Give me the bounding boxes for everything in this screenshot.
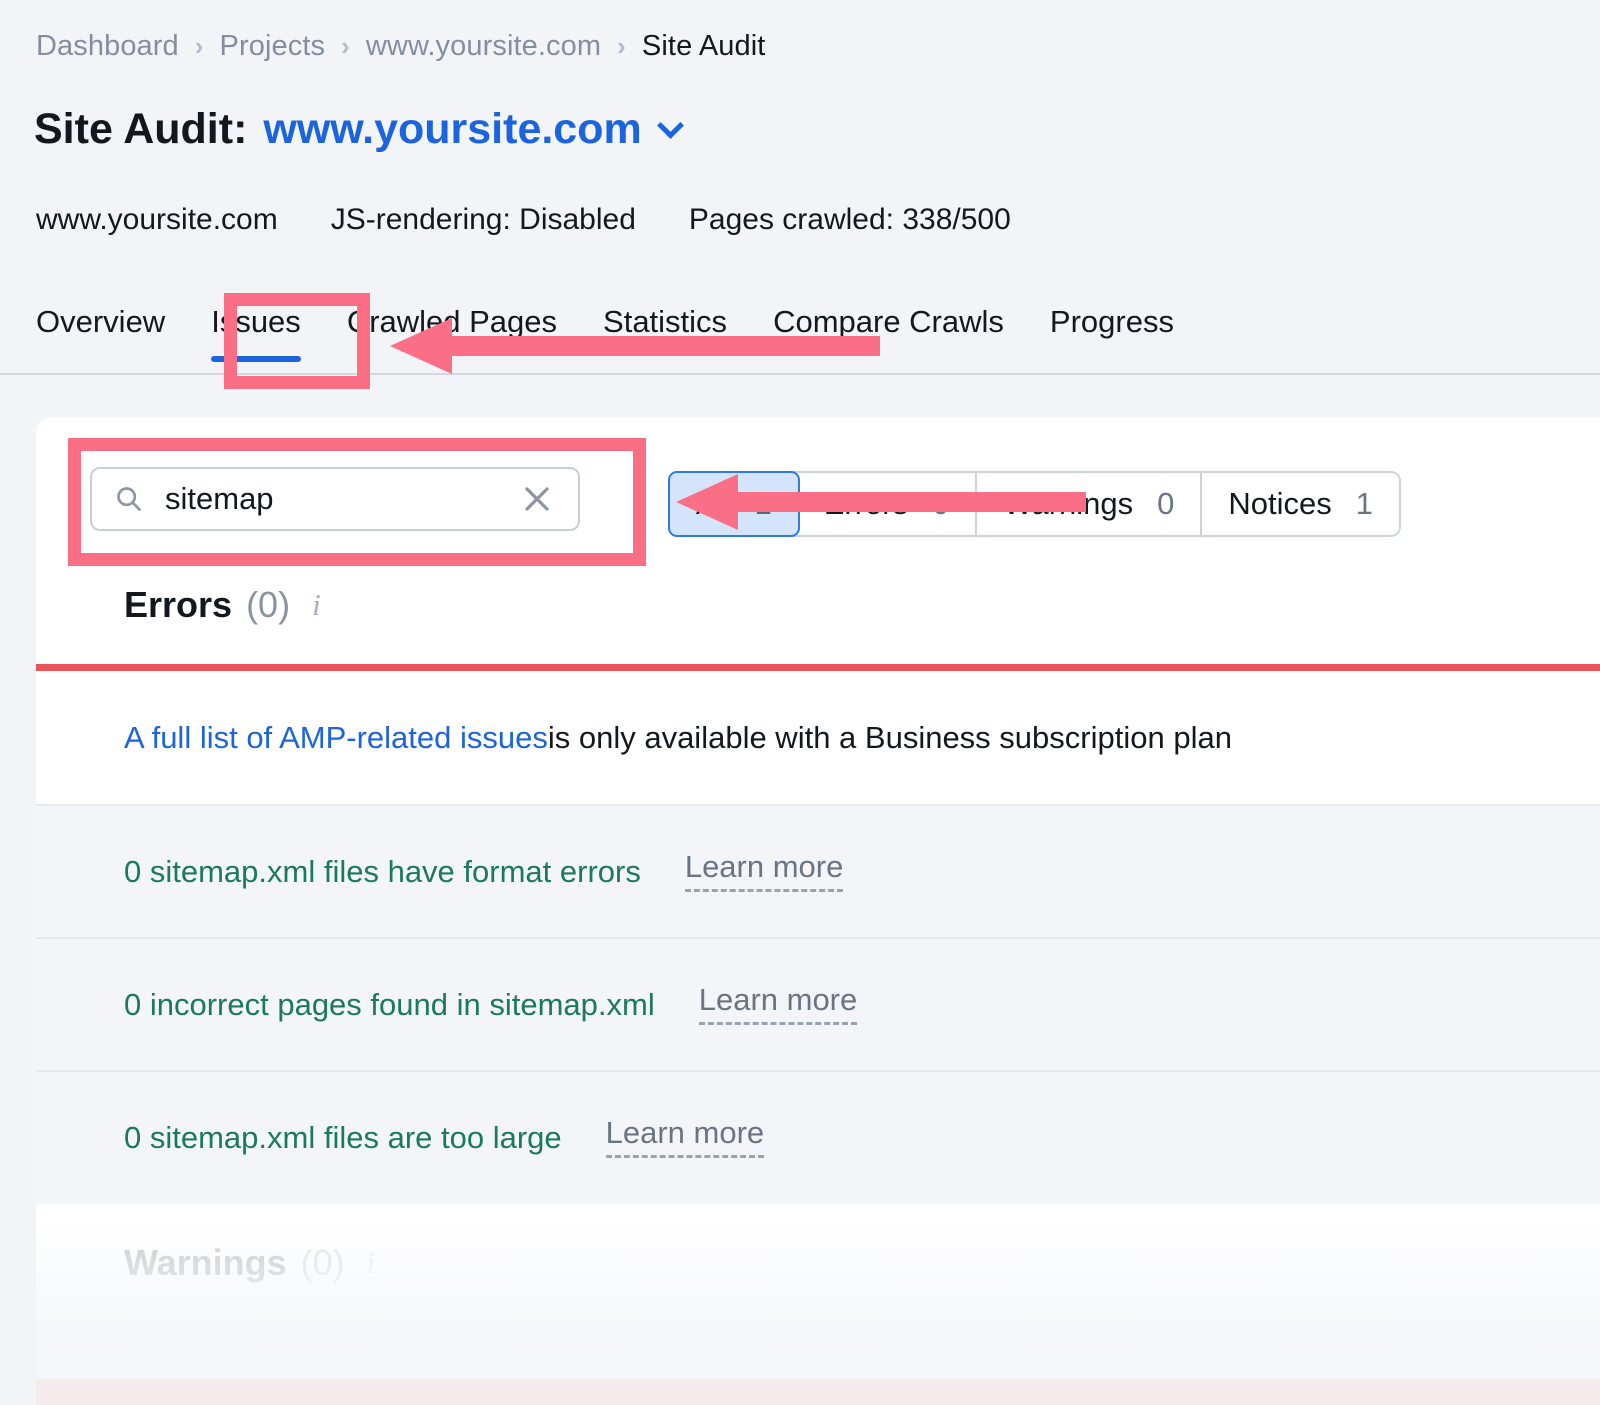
learn-more-link[interactable]: Learn more [698, 984, 858, 1025]
warnings-section-title: Warnings [124, 1242, 287, 1283]
learn-more-link[interactable]: Learn more [605, 1117, 765, 1158]
breadcrumb-item-site-audit: Site Audit [641, 30, 766, 62]
errors-section-title: Errors [124, 584, 233, 625]
learn-more-link[interactable]: Learn more [684, 851, 844, 892]
warnings-section-count: (0) [300, 1242, 345, 1283]
info-icon[interactable]: i [367, 1245, 376, 1281]
issues-tab-highlight-box [224, 293, 370, 389]
breadcrumb-separator-icon: › [194, 30, 204, 61]
arrow-to-all-filter [676, 474, 1086, 530]
warnings-section-header: Warnings (0) i [36, 1203, 1600, 1321]
issue-label[interactable]: 0 incorrect pages found in sitemap.xml [124, 987, 655, 1023]
breadcrumb: Dashboard › Projects › www.yoursite.com … [36, 30, 765, 63]
issue-label[interactable]: 0 sitemap.xml files have format errors [124, 854, 641, 890]
info-icon[interactable]: i [312, 587, 321, 623]
arrow-to-issues-tab [390, 318, 880, 374]
meta-js-rendering: JS-rendering: Disabled [330, 203, 636, 236]
filter-count: 0 [1157, 486, 1175, 521]
errors-section-divider [36, 664, 1600, 671]
project-meta-row: www.yoursite.com JS-rendering: Disabled … [36, 203, 1011, 237]
tab-label: Overview [36, 304, 166, 339]
amp-issues-link[interactable]: A full list of AMP-related issues [124, 720, 548, 756]
tab-progress[interactable]: Progress [1050, 304, 1174, 362]
breadcrumb-separator-icon: › [341, 30, 350, 61]
amp-issues-text: is only available with a Business subscr… [547, 719, 1232, 755]
breadcrumb-item-dashboard[interactable]: Dashboard [36, 30, 179, 63]
breadcrumb-separator-icon: › [617, 30, 626, 61]
tab-overview[interactable]: Overview [36, 304, 165, 362]
filter-count: 1 [1355, 486, 1374, 521]
list-item[interactable]: A full list of AMP-related issues is onl… [36, 671, 1600, 804]
meta-pages-crawled: Pages crawled: 338/500 [688, 203, 1011, 236]
table-row[interactable]: 0 sitemap.xml files are too large Learn … [36, 1070, 1600, 1203]
page-title: Site Audit: www.yoursite.com [34, 105, 682, 154]
page-title-domain-link[interactable]: www.yoursite.com [263, 105, 641, 154]
table-row[interactable]: 0 incorrect pages found in sitemap.xml L… [36, 937, 1600, 1070]
warnings-section-divider [36, 1379, 1600, 1405]
breadcrumb-item-projects[interactable]: Projects [220, 30, 326, 63]
table-row[interactable]: 0 sitemap.xml files have format errors L… [36, 804, 1600, 937]
issues-card: sitemap Errors (0) i A full list of AMP-… [36, 418, 1600, 1405]
tab-label: Progress [1049, 304, 1174, 339]
errors-section-count: (0) [246, 584, 291, 625]
meta-site-url: www.yoursite.com [36, 203, 278, 236]
issue-label[interactable]: 0 sitemap.xml files are too large [124, 1120, 562, 1156]
chevron-down-icon[interactable] [660, 115, 682, 137]
breadcrumb-item-site[interactable]: www.yoursite.com [366, 30, 601, 63]
search-box-highlight-box [68, 438, 646, 566]
filter-notices[interactable]: Notices 1 [1202, 473, 1400, 535]
page-title-label: Site Audit: [34, 105, 248, 153]
filter-label: Notices [1228, 486, 1332, 521]
